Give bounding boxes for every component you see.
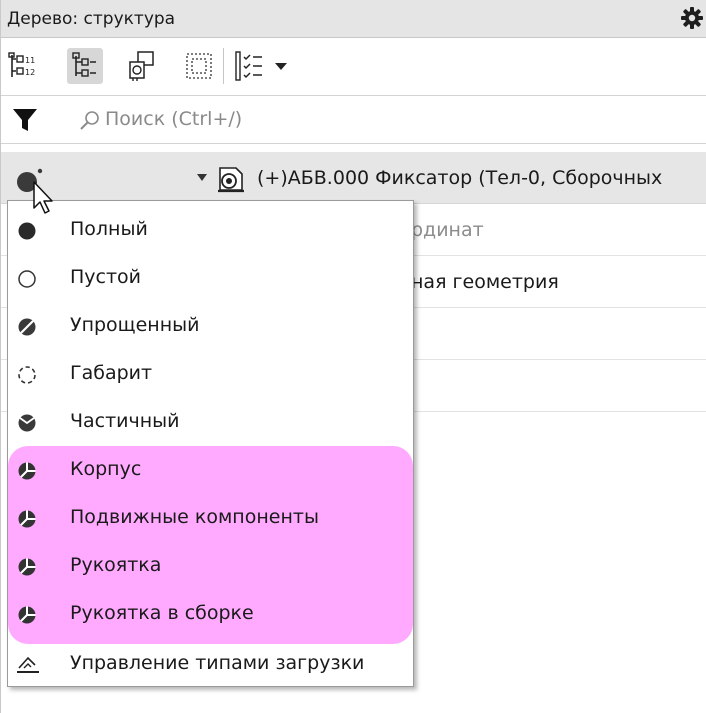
partial-icon [18,414,36,432]
config-icon [18,462,36,480]
mouse-cursor-icon [33,181,53,214]
menu-item-label: Упрощенный [70,314,200,336]
full-circle-icon [18,222,36,240]
tree-row-label: рдинат [411,219,484,241]
config-icon [18,510,36,528]
empty-circle-icon [18,270,36,288]
menu-item-label: Габарит [70,362,153,384]
menu-item-label: Полный [70,218,148,240]
checklist-icon[interactable] [231,48,267,84]
config-icon [18,558,36,576]
simplified-icon [18,318,36,336]
menu-item-label: Подвижные компоненты [70,506,319,528]
panel-title: Дерево: структура [7,9,176,29]
search-icon [80,111,99,130]
menu-item-config-handle-assembly[interactable]: Рукоятка в сборке [8,590,413,638]
assembly-icon [218,167,244,193]
svg-text:12: 12 [25,68,35,77]
tree-root-label: (+)АБВ.000 Фиксатор (Тел-0, Сборочных [257,167,663,189]
menu-item-label: Пустой [70,266,142,288]
menu-item-label: Корпус [70,458,142,480]
menu-item-label: Рукоятка в сборке [70,602,254,624]
menu-item-empty[interactable]: Пустой [8,254,413,302]
expand-arrow-icon[interactable] [197,174,207,182]
menu-item-simplified[interactable]: Упрощенный [8,302,413,350]
svg-text:11: 11 [25,56,35,65]
search-row: Поиск (Ctrl+/) [1,96,706,144]
toolbar-separator [223,48,224,84]
gear-icon[interactable] [679,4,705,32]
menu-item-config-handle[interactable]: Рукоятка [8,542,413,590]
panel-header: Дерево: структура [1,0,706,38]
filter-icon[interactable] [11,106,39,134]
tree-row-label: ная геометрия [411,271,559,293]
structure-tree-icon[interactable] [67,48,103,84]
tree-row-root[interactable]: (+)АБВ.000 Фиксатор (Тел-0, Сборочных [1,152,706,204]
menu-item-label: Управление типами загрузки [70,652,365,674]
display-mode-menu: Полный Пустой Упрощенный Габарит Частичн… [7,200,414,687]
menu-item-partial[interactable]: Частичный [8,398,413,446]
menu-item-config-body[interactable]: Корпус [8,446,413,494]
menu-item-load-types[interactable]: Управление типами загрузки [8,640,413,688]
toolbar: 11 12 [1,38,706,96]
dropdown-triangle-icon[interactable] [263,48,299,84]
menu-item-dimension[interactable]: Габарит [8,350,413,398]
load-types-icon [17,656,39,673]
menu-item-label: Рукоятка [70,554,162,576]
menu-item-config-movable[interactable]: Подвижные компоненты [8,494,413,542]
menu-item-label: Частичный [70,410,180,432]
dimension-icon [18,366,36,384]
config-icon [18,606,36,624]
menu-item-full[interactable]: Полный [8,206,413,254]
numbered-tree-icon[interactable]: 11 12 [7,48,43,84]
search-input[interactable]: Поиск (Ctrl+/) [105,108,242,130]
tree-panel: Дерево: структура 11 12 Поиск (Ctrl+/) (… [0,0,706,713]
components-icon[interactable] [125,48,161,84]
frame-select-icon[interactable] [181,48,217,84]
